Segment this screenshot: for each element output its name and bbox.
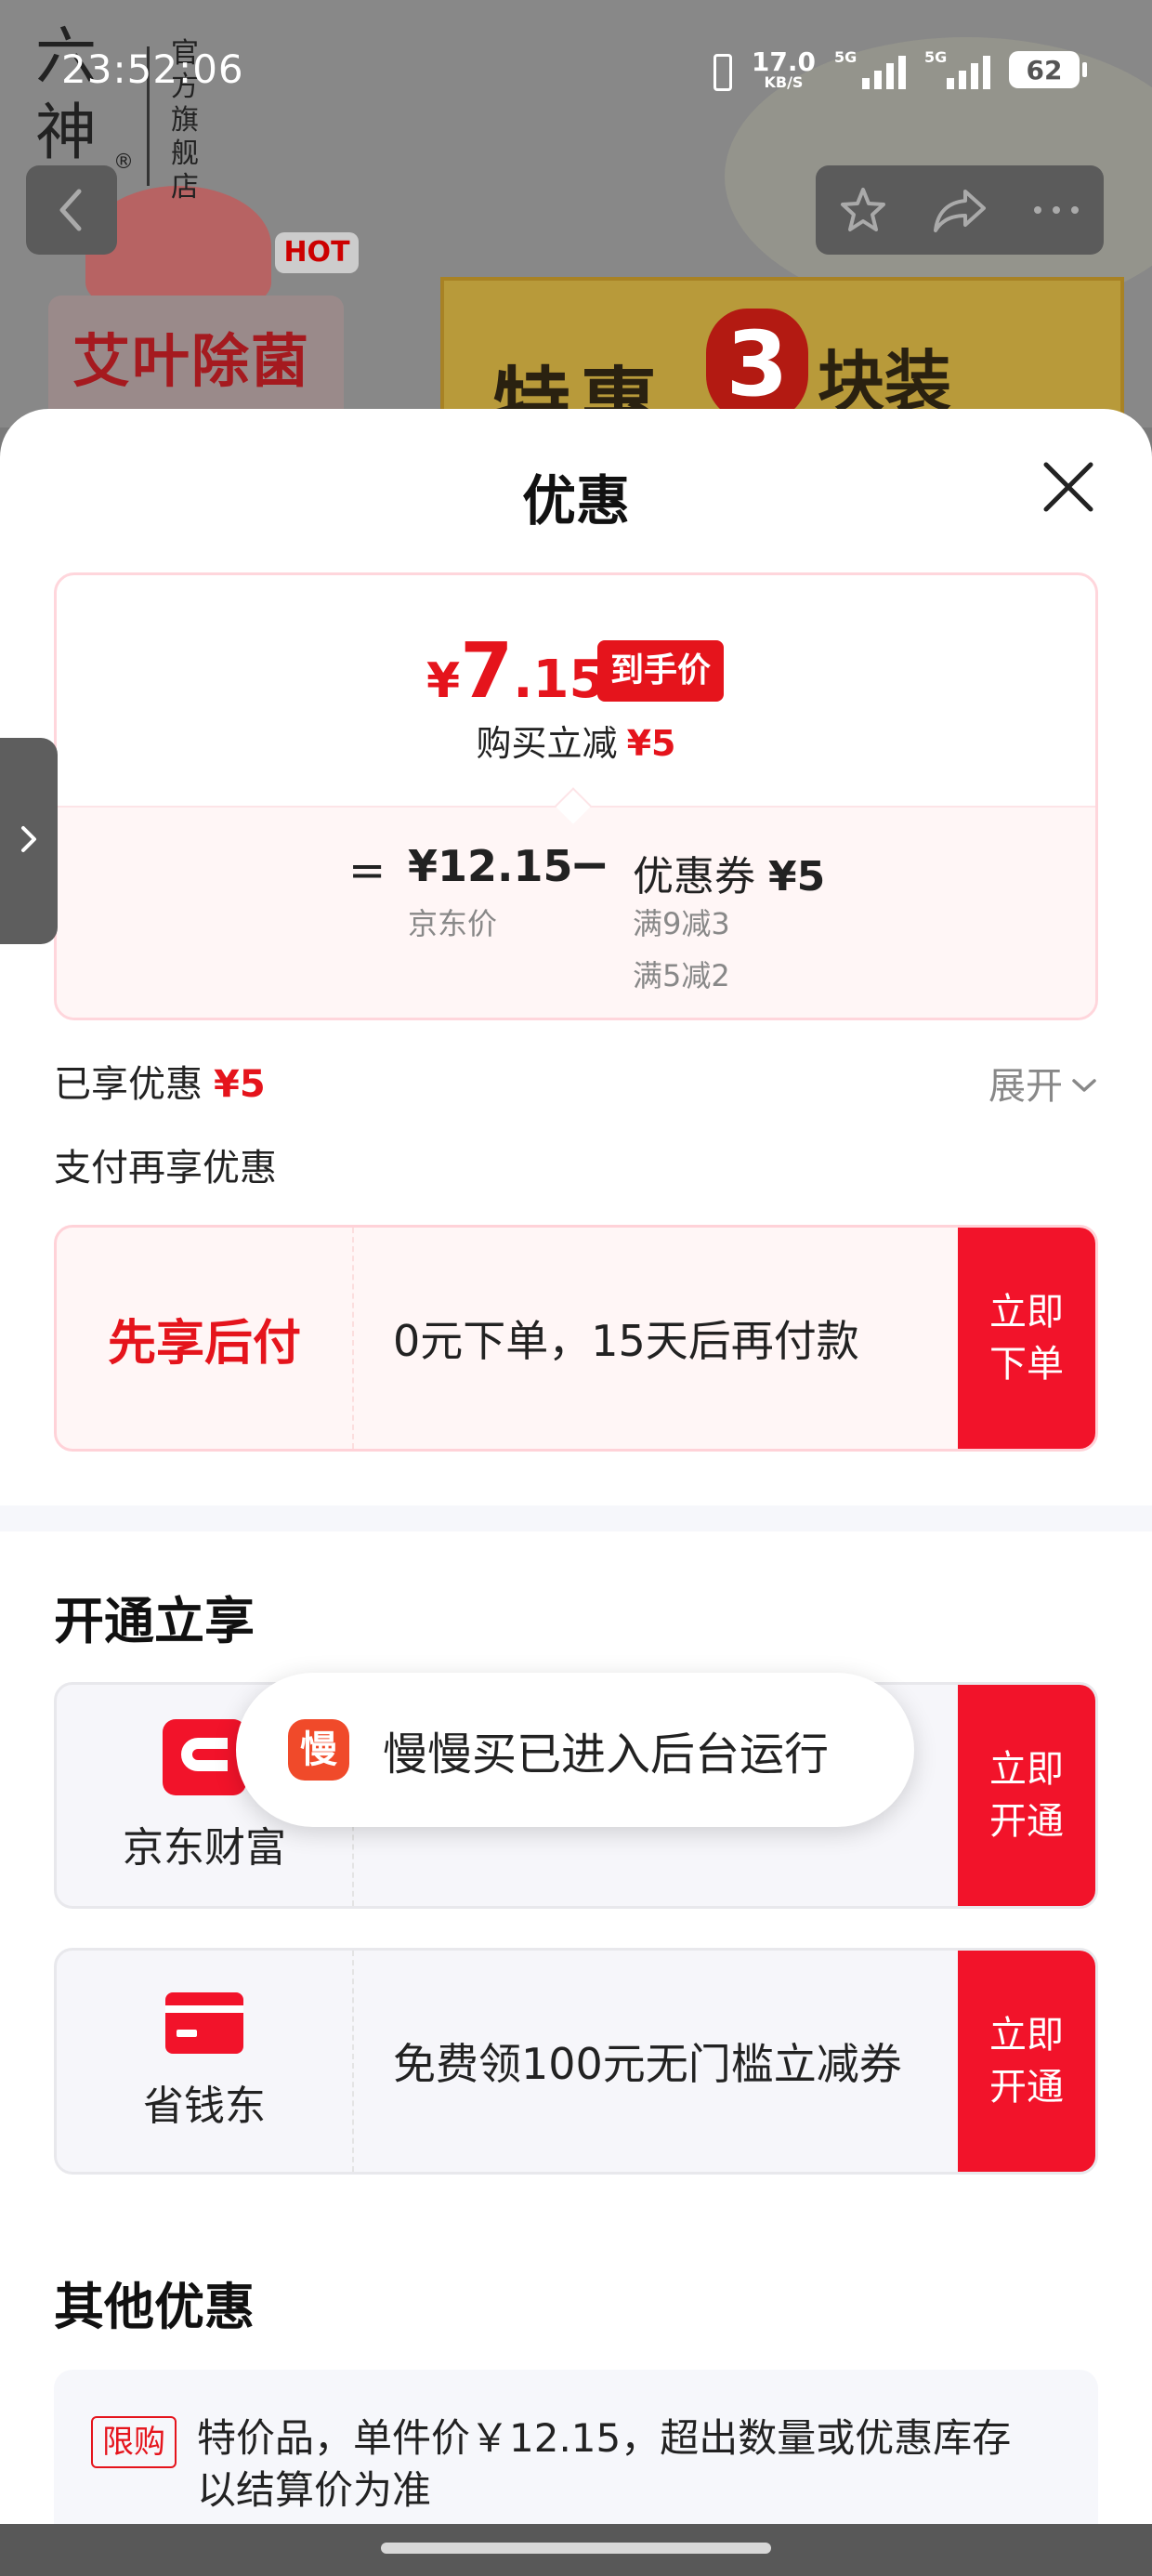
chevron-right-icon: [18, 821, 40, 861]
final-price-tag: 到手价: [597, 640, 725, 702]
brand-area: 省钱东: [57, 1951, 354, 2172]
jd-price: ¥12.15: [408, 841, 573, 891]
coupon-rule: 满9减3: [633, 906, 730, 941]
open-section-title: 开通立享: [54, 1592, 255, 1650]
price-decimal: .15: [513, 650, 606, 710]
status-bar: 23:52:06 17.0 KB/S 5G 5G 62: [0, 37, 1152, 102]
price-summary: ¥ 7 .15 到手价 购买立减 ¥5 = ¥12.15 京东价 − 优惠券 ¥5…: [54, 572, 1098, 1020]
other-section-title: 其他优惠: [54, 2278, 255, 2336]
coupon-value: ¥5: [768, 853, 826, 900]
banner-headline: 艾叶除菌: [72, 327, 311, 395]
final-price: ¥ 7 .15: [426, 627, 605, 716]
sim1-label: 5G: [834, 48, 857, 66]
side-expand-tab[interactable]: [0, 738, 58, 944]
minus-sign: −: [569, 837, 610, 893]
signal-icon-sim2: 5G: [924, 48, 990, 89]
card-icon: [164, 1991, 245, 2059]
coupon-rule: 满5减2: [633, 958, 730, 993]
expand-button[interactable]: 展开: [988, 1056, 1098, 1110]
toast-text: 慢慢买已进入后台运行: [383, 1728, 830, 1781]
more-icon[interactable]: [1030, 201, 1082, 219]
close-button[interactable]: [1039, 457, 1098, 517]
status-indicators: 17.0 KB/S 5G 5G 62: [707, 46, 1087, 93]
promo-number: 3: [706, 309, 808, 420]
enjoyed-amount: ¥5: [214, 1063, 266, 1106]
network-speed-value: 17.0: [751, 46, 816, 77]
open-offer-card: 省钱东 免费领100元无门槛立减券 立即 开通: [54, 1948, 1098, 2175]
close-icon: [1039, 462, 1098, 520]
jd-price-label: 京东价: [408, 906, 498, 941]
other-offer-text: 特价品，单件价￥12.15，超出数量或优惠库存以结算价为准: [197, 2415, 1012, 2513]
pay-later-desc: 0元下单，15天后再付款: [393, 1316, 859, 1366]
network-speed-unit: KB/S: [764, 73, 804, 91]
share-icon[interactable]: [932, 186, 988, 234]
pay-later-title: 先享后付: [107, 1315, 301, 1372]
app-icon: 慢: [288, 1719, 349, 1781]
pay-later-card: 先享后付 0元下单，15天后再付款 立即 下单: [54, 1225, 1098, 1452]
final-price-area: ¥ 7 .15 到手价 购买立减 ¥5: [57, 575, 1095, 806]
battery-icon: 62: [1009, 51, 1087, 88]
discount-sheet: 优惠 ¥ 7 .15 到手价 购买立减 ¥5 = ¥12.15 京东价 − 优惠券…: [0, 409, 1152, 2576]
purchase-reduction: 购买立减 ¥5: [57, 715, 1095, 766]
equals-sign: =: [348, 845, 386, 897]
expand-label: 展开: [988, 1065, 1063, 1108]
pay-again-label: 支付再享优惠: [54, 1147, 277, 1189]
limit-badge: 限购: [91, 2416, 177, 2468]
network-speed: 17.0 KB/S: [752, 49, 816, 90]
registered-mark: ®: [113, 151, 134, 174]
brand-label: 京东财富: [123, 1824, 286, 1872]
brand-label: 省钱东: [143, 2083, 266, 2130]
enjoyed-discount: 已享优惠 ¥5: [54, 1054, 266, 1108]
hot-badge: HOT: [275, 232, 359, 273]
back-button[interactable]: [26, 165, 117, 255]
price-integer: 7: [460, 627, 514, 716]
jd-wealth-icon: [161, 1717, 248, 1801]
sim2-label: 5G: [924, 48, 948, 66]
reduction-amount: ¥5: [626, 723, 676, 764]
price-breakdown: = ¥12.15 京东价 − 优惠券 ¥5 满9减3 满5减2: [57, 806, 1095, 1018]
section-divider: [0, 1505, 1152, 1531]
activate-button[interactable]: 立即 开通: [958, 1951, 1095, 2172]
activate-button[interactable]: 立即 开通: [958, 1685, 1095, 1906]
star-icon[interactable]: [837, 184, 889, 236]
coupon-label: 优惠券: [633, 853, 755, 900]
offer-desc: 免费领100元无门槛立减券: [393, 2039, 902, 2089]
coupon-deduction: 优惠券 ¥5: [633, 843, 825, 902]
signal-icon-sim1: 5G: [834, 48, 906, 89]
price-currency: ¥: [426, 653, 461, 709]
back-icon: [53, 186, 90, 234]
order-now-button[interactable]: 立即 下单: [958, 1228, 1095, 1449]
reduction-label: 购买立减: [476, 723, 618, 764]
home-indicator[interactable]: [381, 2543, 771, 2554]
vibrate-icon: [707, 52, 733, 91]
chevron-down-icon: [1070, 1061, 1098, 1104]
background-run-toast: 慢 慢慢买已进入后台运行: [236, 1673, 914, 1827]
pay-later-title-area: 先享后付: [57, 1228, 354, 1449]
sheet-title: 优惠: [521, 469, 630, 532]
status-time: 23:52:06: [61, 46, 244, 92]
nav-action-group: [816, 165, 1104, 255]
enjoyed-label: 已享优惠: [54, 1063, 203, 1106]
